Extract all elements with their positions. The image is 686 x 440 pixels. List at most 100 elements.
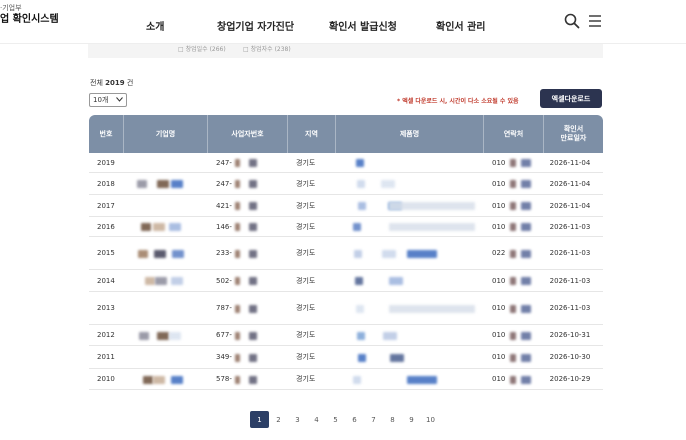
column-header-product: 제품명 <box>335 115 483 153</box>
menu-icon[interactable] <box>586 12 604 30</box>
nav-item-certificate-manage[interactable]: 확인서 관리 <box>436 18 485 33</box>
filter-option[interactable]: □ 창업자수 (238) <box>243 44 291 53</box>
redacted-product <box>383 332 397 340</box>
redacted-contact <box>521 250 531 258</box>
logo-title: 업 확인시스템 <box>0 14 59 25</box>
cell-region: 경기도 <box>296 158 316 167</box>
cell-biz-number: 247- <box>216 158 232 167</box>
cell-contact: 010 <box>492 222 506 231</box>
redacted-biz-number <box>235 180 240 188</box>
cell-contact: 010 <box>492 158 506 167</box>
cell-expiry-date: 2026-11-04 <box>549 158 591 167</box>
redacted-company <box>141 223 151 231</box>
nav-item-issue-request[interactable]: 확인서 발급신청 <box>329 18 397 33</box>
redacted-contact <box>510 277 516 285</box>
table-row[interactable]: 2012 677- 경기도 010 2026-10-31 <box>89 325 603 346</box>
table-row[interactable]: 2010 578- 경기도 010 2026-10-29 <box>89 369 603 390</box>
cell-biz-number: 578- <box>216 375 232 383</box>
redacted-product <box>381 180 395 188</box>
redacted-product <box>389 277 403 285</box>
column-header-region: 지역 <box>287 115 335 153</box>
redacted-product <box>389 223 475 231</box>
cell-number: 2012 <box>97 331 115 339</box>
redacted-biz-number <box>249 223 257 231</box>
redacted-contact <box>510 376 516 384</box>
page-link-5[interactable]: 5 <box>326 411 345 428</box>
search-icon[interactable] <box>563 12 581 30</box>
pagination: 1 2 3 4 5 6 7 8 9 10 <box>250 411 440 428</box>
cell-expiry-date: 2026-11-04 <box>549 179 591 188</box>
table-row[interactable]: 2018 247- 경기도 010 2026-11-04 <box>89 173 603 195</box>
filter-option[interactable]: □ 창업일수 (266) <box>178 44 226 53</box>
table-row[interactable]: 2019 247- 경기도 010 2026-11-04 <box>89 153 603 173</box>
site-logo[interactable]: ·기업부 업 확인시스템 <box>0 3 59 26</box>
redacted-contact <box>521 223 531 231</box>
redacted-contact <box>510 180 516 188</box>
cell-region: 경기도 <box>296 222 316 231</box>
cell-contact: 010 <box>492 276 506 285</box>
nav-item-self-diagnosis[interactable]: 창업기업 자가진단 <box>217 18 294 33</box>
table-row[interactable]: 2011 349- 경기도 010 2026-10-30 <box>89 346 603 369</box>
table-row[interactable]: 2017 421- 경기도 010 2026-11-04 <box>89 195 603 217</box>
logo-subtitle: ·기업부 <box>0 4 22 12</box>
redacted-contact <box>521 202 531 210</box>
redacted-biz-number <box>249 277 257 285</box>
page-link-4[interactable]: 4 <box>307 411 326 428</box>
redacted-company <box>169 332 181 340</box>
redacted-contact <box>510 223 516 231</box>
page-link-7[interactable]: 7 <box>364 411 383 428</box>
redacted-contact <box>521 277 531 285</box>
cell-biz-number: 247- <box>216 179 232 188</box>
table-row[interactable]: 2015 233- 경기도 022 2026-11-03 <box>89 237 603 270</box>
page-link-1[interactable]: 1 <box>250 411 269 428</box>
redacted-biz-number <box>235 354 240 362</box>
redacted-biz-number <box>235 223 240 231</box>
redacted-contact <box>510 305 516 313</box>
redacted-contact <box>510 354 516 362</box>
cell-number: 2010 <box>97 375 115 383</box>
redacted-contact <box>521 305 531 313</box>
redacted-biz-number <box>235 332 240 340</box>
cell-region: 경기도 <box>296 179 316 188</box>
table-row[interactable]: 2014 502- 경기도 010 2026-11-03 <box>89 270 603 292</box>
page-link-9[interactable]: 9 <box>402 411 421 428</box>
cell-expiry-date: 2026-11-03 <box>549 304 591 312</box>
cell-region: 경기도 <box>296 353 316 361</box>
page-link-6[interactable]: 6 <box>345 411 364 428</box>
column-header-no: 번호 <box>99 129 113 138</box>
top-navigation-bar: ·기업부 업 확인시스템 소개 창업기업 자가진단 확인서 발급신청 확인서 관… <box>0 0 686 44</box>
page-link-2[interactable]: 2 <box>269 411 288 428</box>
chevron-down-icon <box>116 96 123 104</box>
redacted-company <box>154 250 166 258</box>
column-header-expiry: 확인서 만료일자 <box>543 115 603 153</box>
redacted-company <box>143 376 153 384</box>
cell-expiry-date: 2026-11-03 <box>549 222 591 231</box>
redacted-company <box>171 180 183 188</box>
redacted-biz-number <box>249 332 257 340</box>
redacted-company <box>172 250 184 258</box>
cell-contact: 010 <box>492 353 506 361</box>
page-link-8[interactable]: 8 <box>383 411 402 428</box>
redacted-product <box>357 332 365 340</box>
redacted-product <box>407 376 437 384</box>
redacted-product <box>356 305 364 313</box>
download-note: * 엑셀 다운로드 시, 시간이 다소 소요될 수 있음 <box>397 98 519 105</box>
redacted-company <box>153 223 165 231</box>
page-link-10[interactable]: 10 <box>421 411 440 428</box>
page-size-select[interactable]: 10개 <box>89 93 127 107</box>
redacted-product <box>407 250 437 258</box>
table-row[interactable]: 2013 787- 경기도 010 2026-11-03 <box>89 292 603 325</box>
cell-region: 경기도 <box>296 276 316 285</box>
redacted-contact <box>521 332 531 340</box>
page-size-value: 10개 <box>93 96 109 104</box>
cell-region: 경기도 <box>296 375 316 383</box>
cell-number: 2014 <box>97 276 115 285</box>
cell-contact: 010 <box>492 179 506 188</box>
excel-download-button[interactable]: 엑셀다운로드 <box>540 89 602 108</box>
nav-item-intro[interactable]: 소개 <box>146 18 164 33</box>
page-link-3[interactable]: 3 <box>288 411 307 428</box>
redacted-contact <box>510 159 516 167</box>
redacted-company <box>145 277 155 285</box>
table-row[interactable]: 2016 146- 경기도 010 2026-11-03 <box>89 217 603 237</box>
cell-biz-number: 502- <box>216 276 232 285</box>
